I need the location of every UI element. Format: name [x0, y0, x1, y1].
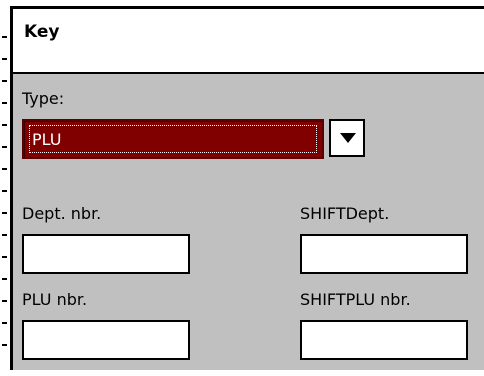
triangle-down-icon [340, 133, 356, 143]
plu-nbr-label: PLU nbr. [22, 290, 88, 309]
shift-dept-label: SHIFTDept. [300, 204, 390, 223]
type-dropdown[interactable]: PLU [22, 119, 366, 159]
type-dropdown-button[interactable] [329, 119, 365, 157]
dept-nbr-label: Dept. nbr. [22, 204, 102, 223]
key-dialog: Key Type: PLU Dept. nbr. SHIFTDept. PLU … [10, 6, 484, 370]
title-bar: Key [13, 9, 484, 74]
left-ruler-marks [0, 0, 10, 376]
shift-plu-input[interactable] [300, 320, 468, 360]
type-label: Type: [22, 89, 65, 108]
type-selected-value: PLU [29, 125, 317, 153]
dialog-title: Key [24, 22, 60, 42]
shift-dept-input[interactable] [300, 234, 468, 274]
shift-plu-label: SHIFTPLU nbr. [300, 290, 411, 309]
plu-nbr-input[interactable] [22, 320, 190, 360]
type-dropdown-field[interactable]: PLU [22, 119, 324, 159]
dept-nbr-input[interactable] [22, 234, 190, 274]
